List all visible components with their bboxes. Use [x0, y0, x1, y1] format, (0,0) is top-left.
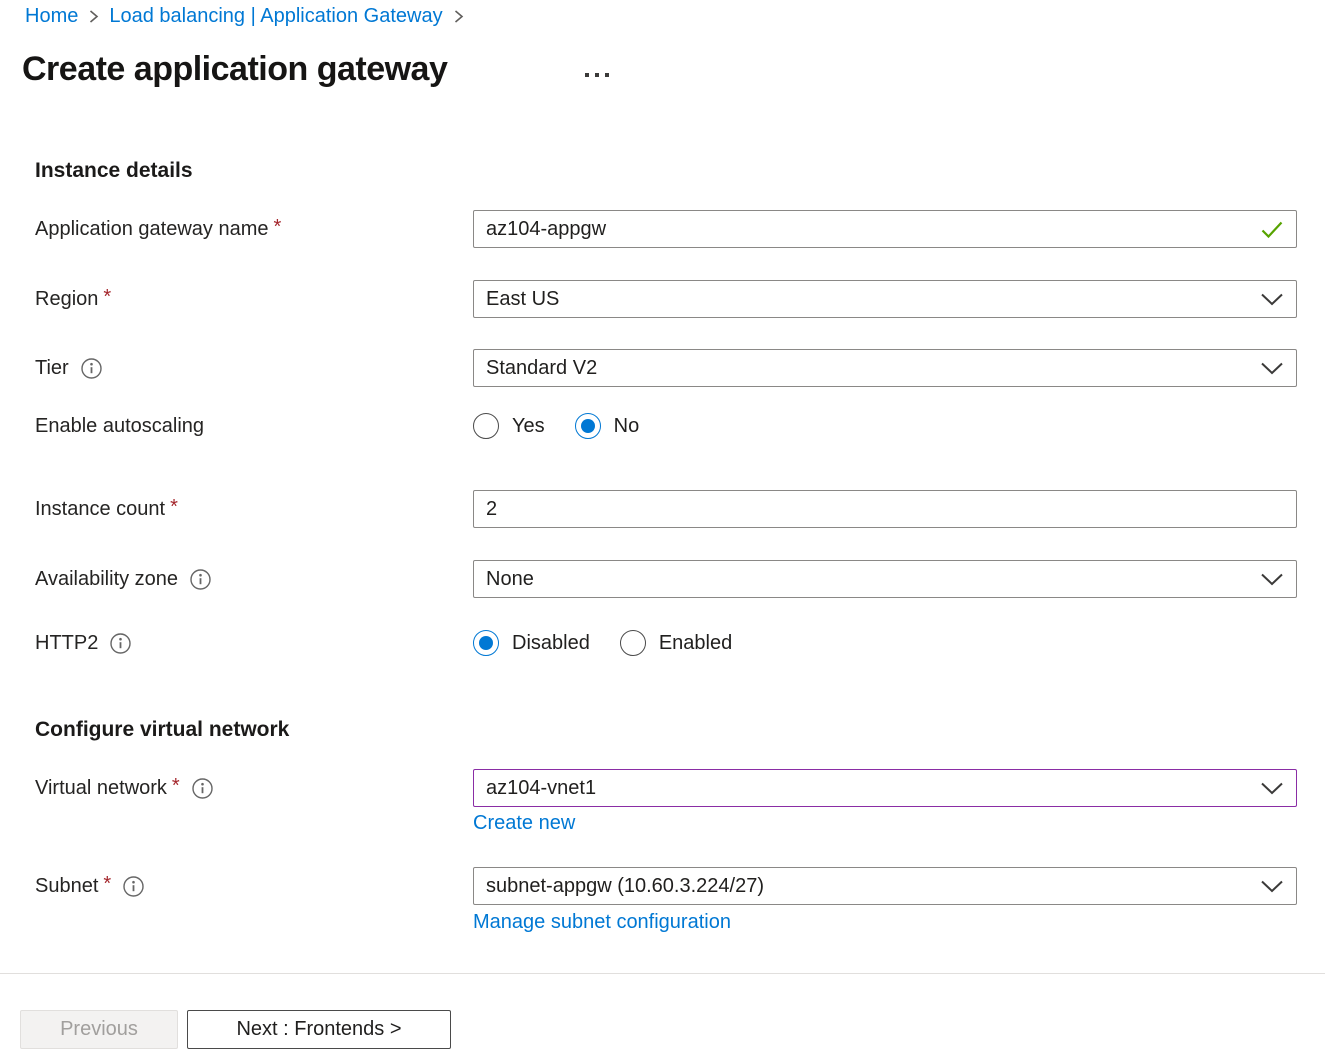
http2-enabled-label: Enabled	[659, 632, 732, 655]
checkmark-icon	[1260, 220, 1284, 239]
chevron-down-icon	[1260, 293, 1284, 306]
create-new-link[interactable]: Create new	[473, 812, 575, 835]
enable-autoscaling-radio-group: Yes No	[473, 413, 669, 439]
region-value: East US	[486, 288, 559, 311]
required-asterisk: *	[103, 286, 111, 309]
chevron-right-icon	[453, 8, 464, 25]
info-icon[interactable]	[191, 777, 214, 800]
required-asterisk: *	[103, 873, 111, 896]
label-application-gateway-name: Application gateway name *	[35, 210, 281, 248]
label-tier: Tier	[35, 349, 103, 387]
subnet-dropdown[interactable]: subnet-appgw (10.60.3.224/27)	[473, 867, 1297, 905]
breadcrumb: Home Load balancing | Application Gatewa…	[25, 5, 474, 28]
instance-count-input-value[interactable]	[486, 498, 1284, 521]
required-asterisk: *	[273, 216, 281, 239]
previous-button: Previous	[20, 1010, 178, 1049]
section-heading-instance-details: Instance details	[35, 159, 193, 183]
application-gateway-name-input-value[interactable]	[486, 218, 1252, 241]
chevron-down-icon	[1260, 362, 1284, 375]
section-heading-configure-virtual-network: Configure virtual network	[35, 718, 289, 742]
virtual-network-dropdown[interactable]: az104-vnet1	[473, 769, 1297, 807]
page-title: Create application gateway	[22, 50, 447, 89]
info-icon[interactable]	[122, 875, 145, 898]
chevron-down-icon	[1260, 782, 1284, 795]
info-icon[interactable]	[80, 357, 103, 380]
label-region: Region *	[35, 280, 111, 318]
autoscaling-no-radio[interactable]	[575, 413, 601, 439]
autoscaling-no-label: No	[614, 415, 640, 438]
label-http2: HTTP2	[35, 630, 132, 656]
subnet-value: subnet-appgw (10.60.3.224/27)	[486, 875, 764, 898]
info-icon[interactable]	[189, 568, 212, 591]
http2-enabled-radio[interactable]	[620, 630, 646, 656]
tier-dropdown[interactable]: Standard V2	[473, 349, 1297, 387]
create-application-gateway-page: Home Load balancing | Application Gatewa…	[0, 0, 1325, 1062]
required-asterisk: *	[170, 496, 178, 519]
instance-count-input[interactable]	[473, 490, 1297, 528]
info-icon[interactable]	[109, 632, 132, 655]
next-frontends-button[interactable]: Next : Frontends >	[187, 1010, 451, 1049]
http2-disabled-radio[interactable]	[473, 630, 499, 656]
http2-radio-group: Disabled Enabled	[473, 630, 762, 656]
label-instance-count: Instance count *	[35, 490, 178, 528]
more-options-icon[interactable]	[580, 66, 614, 84]
footer-divider	[0, 973, 1325, 974]
chevron-down-icon	[1260, 573, 1284, 586]
virtual-network-value: az104-vnet1	[486, 777, 596, 800]
required-asterisk: *	[172, 775, 180, 798]
label-subnet: Subnet *	[35, 867, 145, 905]
autoscaling-yes-radio[interactable]	[473, 413, 499, 439]
chevron-down-icon	[1260, 880, 1284, 893]
application-gateway-name-input[interactable]	[473, 210, 1297, 248]
availability-zone-value: None	[486, 568, 534, 591]
label-virtual-network: Virtual network *	[35, 769, 214, 807]
chevron-right-icon	[88, 8, 99, 25]
breadcrumb-load-balancing-application-gateway[interactable]: Load balancing | Application Gateway	[109, 5, 442, 28]
manage-subnet-configuration-link[interactable]: Manage subnet configuration	[473, 911, 731, 934]
tier-value: Standard V2	[486, 357, 597, 380]
autoscaling-yes-label: Yes	[512, 415, 545, 438]
label-availability-zone: Availability zone	[35, 560, 212, 598]
breadcrumb-home[interactable]: Home	[25, 5, 78, 28]
http2-disabled-label: Disabled	[512, 632, 590, 655]
region-dropdown[interactable]: East US	[473, 280, 1297, 318]
label-enable-autoscaling: Enable autoscaling	[35, 413, 204, 439]
availability-zone-dropdown[interactable]: None	[473, 560, 1297, 598]
